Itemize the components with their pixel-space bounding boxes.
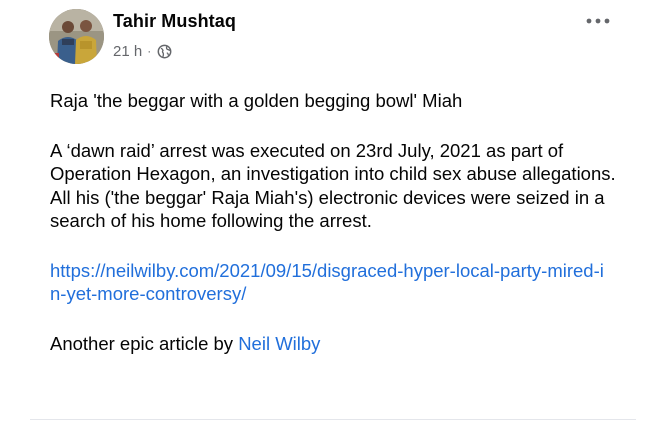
article-link[interactable]: https://neilwilby.com/2021/09/15/disgrac… [50, 259, 605, 306]
closing-line: Another epic article by Neil Wilby [50, 332, 620, 356]
divider [30, 419, 636, 420]
post-paragraph: A ‘dawn raid’ arrest was executed on 23r… [50, 139, 616, 232]
globe-icon[interactable] [157, 44, 172, 59]
profile-photo-icon [49, 9, 104, 64]
meta-separator: · [147, 44, 152, 58]
author-name[interactable]: Tahir Mushtaq [113, 11, 236, 32]
author-avatar[interactable] [49, 9, 104, 64]
post-body: Raja 'the beggar with a golden begging b… [50, 89, 620, 355]
post-time[interactable]: 21 h [113, 43, 142, 60]
more-options-icon [586, 18, 610, 24]
closing-text: Another epic article by [50, 332, 239, 354]
more-options-button[interactable] [585, 12, 611, 30]
post-card: Tahir Mushtaq 21 h · Raja 'the beggar wi… [0, 0, 666, 423]
mention-neil-wilby[interactable]: Neil Wilby [238, 333, 320, 354]
post-meta: 21 h · [113, 41, 172, 61]
post-link-line: https://neilwilby.com/2021/09/15/disgrac… [50, 259, 620, 306]
post-title-line: Raja 'the beggar with a golden begging b… [50, 90, 463, 111]
